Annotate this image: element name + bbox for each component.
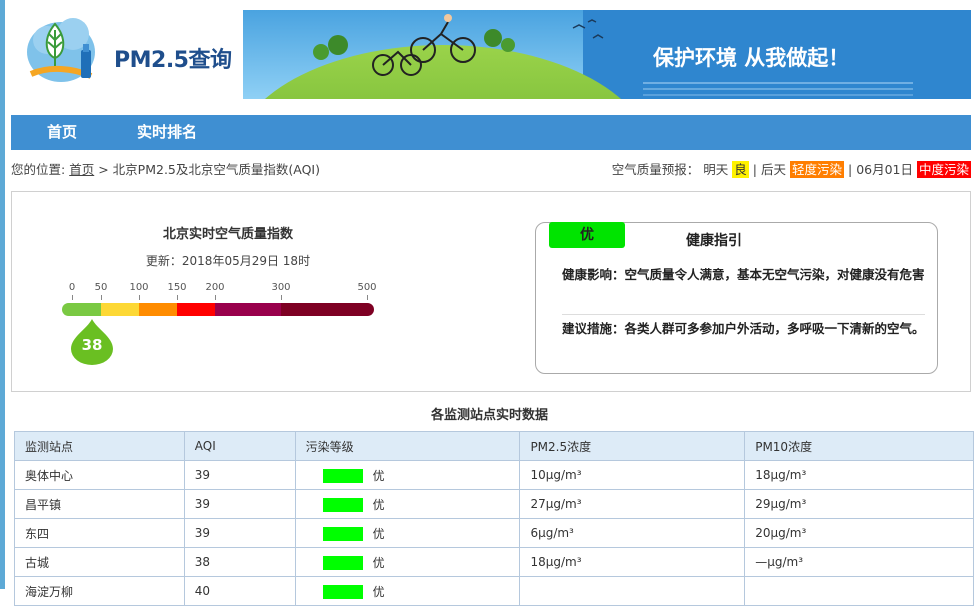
- col-level: 污染等级: [294, 431, 521, 461]
- left-accent-strip: [0, 0, 5, 589]
- aqi-title: 北京实时空气质量指数: [162, 227, 293, 242]
- main-nav: 首页 实时排名: [11, 115, 971, 150]
- cell-pm25: [519, 576, 746, 606]
- level-color-box: [322, 469, 363, 483]
- scale-label-500: 500: [357, 282, 377, 293]
- aqi-segment-light: [139, 303, 177, 316]
- cell-level: 优: [294, 489, 521, 519]
- forecast-separator-2: |: [847, 162, 853, 177]
- stations-table: 监测站点 AQI 污染等级 PM2.5浓度 PM10浓度 奥体中心 39 优 10μg…: [14, 431, 974, 606]
- forecast-day-after-label: 后天: [760, 162, 786, 177]
- forecast-tomorrow-label: 明天: [703, 162, 729, 177]
- level-label: 优: [372, 555, 385, 570]
- level-color-box: [322, 498, 363, 512]
- site-logo[interactable]: PM2.5查询: [25, 12, 235, 94]
- nav-realtime-ranking[interactable]: 实时排名: [137, 115, 197, 150]
- breadcrumb-separator: >: [98, 162, 109, 177]
- aqi-panel: 北京实时空气质量指数 更新：2018年05月29日 18时 0 50 100 1…: [11, 191, 971, 392]
- table-row: 东四 39 优 6μg/m³ 20μg/m³: [14, 518, 974, 548]
- col-pm25: PM2.5浓度: [519, 431, 746, 461]
- level-label: 优: [372, 584, 385, 599]
- cell-station: 东四: [14, 518, 185, 548]
- health-guide-title: 健康指引: [686, 233, 742, 249]
- cell-pm10: 20μg/m³: [744, 518, 974, 548]
- breadcrumb: 您的位置: 首页 > 北京PM2.5及北京空气质量指数(AQI): [11, 159, 320, 178]
- aqi-update-time: 更新：2018年05月29日 18时: [145, 254, 311, 268]
- cell-aqi: 39: [183, 518, 296, 548]
- scale-label-300: 300: [271, 282, 291, 293]
- breadcrumb-home-link[interactable]: 首页: [69, 162, 94, 177]
- table-row: 海淀万柳 40 优: [14, 576, 974, 606]
- cell-station: 海淀万柳: [14, 576, 185, 606]
- cell-pm10: [744, 576, 974, 606]
- level-label: 优: [372, 468, 385, 483]
- aqi-segment-severe: [281, 303, 374, 316]
- health-level-badge: 优: [549, 222, 625, 248]
- aqi-segment-medium: [177, 303, 215, 316]
- cell-pm25: 18μg/m³: [519, 547, 746, 577]
- forecast-label: 空气质量预报：: [611, 162, 700, 177]
- col-aqi: AQI: [183, 431, 296, 461]
- cell-pm25: 10μg/m³: [519, 460, 746, 490]
- cell-station: 昌平镇: [14, 489, 185, 519]
- breadcrumb-current: 北京PM2.5及北京空气质量指数(AQI): [112, 162, 320, 177]
- aqi-scale-labels: 0 50 100 150 200 300 500: [12, 282, 412, 296]
- scale-label-0: 0: [68, 282, 76, 293]
- level-color-box: [322, 585, 363, 599]
- level-color-box: [322, 527, 363, 541]
- cell-aqi: 39: [183, 489, 296, 519]
- nav-home[interactable]: 首页: [47, 115, 77, 150]
- banner-slogan: 保护环境 从我做起！: [652, 46, 849, 70]
- health-advice: 建议措施：各类人群可多参加户外活动，多呼吸一下清新的空气。: [562, 321, 925, 336]
- guide-divider: [562, 314, 925, 315]
- level-color-box: [322, 556, 363, 570]
- cell-pm25: 6μg/m³: [519, 518, 746, 548]
- scale-label-100: 100: [129, 282, 149, 293]
- banner-image: 保护环境 从我做起！: [243, 10, 971, 99]
- health-guide: 优 健康指引 健康影响：空气质量令人满意，基本无空气污染，对健康没有危害 建议措…: [535, 222, 938, 374]
- table-row: 古城 38 优 18μg/m³ —μg/m³: [14, 547, 974, 577]
- cell-level: 优: [294, 460, 521, 490]
- aqi-forecast: 空气质量预报： 明天 良 | 后天 轻度污染 | 06月01日 中度污染: [612, 159, 971, 178]
- cell-station: 古城: [14, 547, 185, 577]
- aqi-scale-bar: [62, 303, 374, 316]
- table-row: 昌平镇 39 优 27μg/m³ 29μg/m³: [14, 489, 974, 519]
- level-label: 优: [372, 497, 385, 512]
- forecast-day-after-badge: 轻度污染: [789, 161, 844, 178]
- aqi-segment-moderate: [101, 303, 139, 316]
- cell-pm25: 27μg/m³: [519, 489, 746, 519]
- cell-pm10: 29μg/m³: [744, 489, 974, 519]
- cell-pm10: 18μg/m³: [744, 460, 974, 490]
- health-impact: 健康影响：空气质量令人满意，基本无空气污染，对健康没有危害: [562, 267, 925, 282]
- cell-aqi: 40: [183, 576, 296, 606]
- forecast-tomorrow-badge: 良: [732, 161, 749, 178]
- cell-level: 优: [294, 518, 521, 548]
- table-row: 奥体中心 39 优 10μg/m³ 18μg/m³: [14, 460, 974, 490]
- stations-title: 各监测站点实时数据: [430, 408, 548, 423]
- forecast-date-label: 06月01日: [856, 162, 913, 177]
- aqi-segment-heavy: [215, 303, 281, 316]
- scale-label-150: 150: [167, 282, 187, 293]
- header-banner: 保护环境 从我做起！: [243, 10, 971, 99]
- cell-level: 优: [294, 547, 521, 577]
- cell-aqi: 38: [183, 547, 296, 577]
- breadcrumb-prefix: 您的位置:: [11, 162, 66, 177]
- aqi-segment-good: [62, 303, 101, 316]
- aqi-scale-ticks: [12, 295, 412, 301]
- forecast-date-badge: 中度污染: [916, 161, 971, 178]
- table-header-row: 监测站点 AQI 污染等级 PM2.5浓度 PM10浓度: [14, 431, 974, 461]
- cell-aqi: 39: [183, 460, 296, 490]
- cell-level: 优: [294, 576, 521, 606]
- aqi-value: 38: [81, 336, 103, 354]
- scale-label-200: 200: [205, 282, 225, 293]
- cell-pm10: —μg/m³: [744, 547, 974, 577]
- tree-logo-icon: [27, 18, 95, 82]
- col-station: 监测站点: [14, 431, 185, 461]
- forecast-separator-1: |: [752, 162, 757, 177]
- cell-station: 奥体中心: [14, 460, 185, 490]
- col-pm10: PM10浓度: [744, 431, 974, 461]
- logo-text: PM2.5查询: [114, 48, 232, 73]
- level-label: 优: [372, 526, 385, 541]
- scale-label-50: 50: [94, 282, 108, 293]
